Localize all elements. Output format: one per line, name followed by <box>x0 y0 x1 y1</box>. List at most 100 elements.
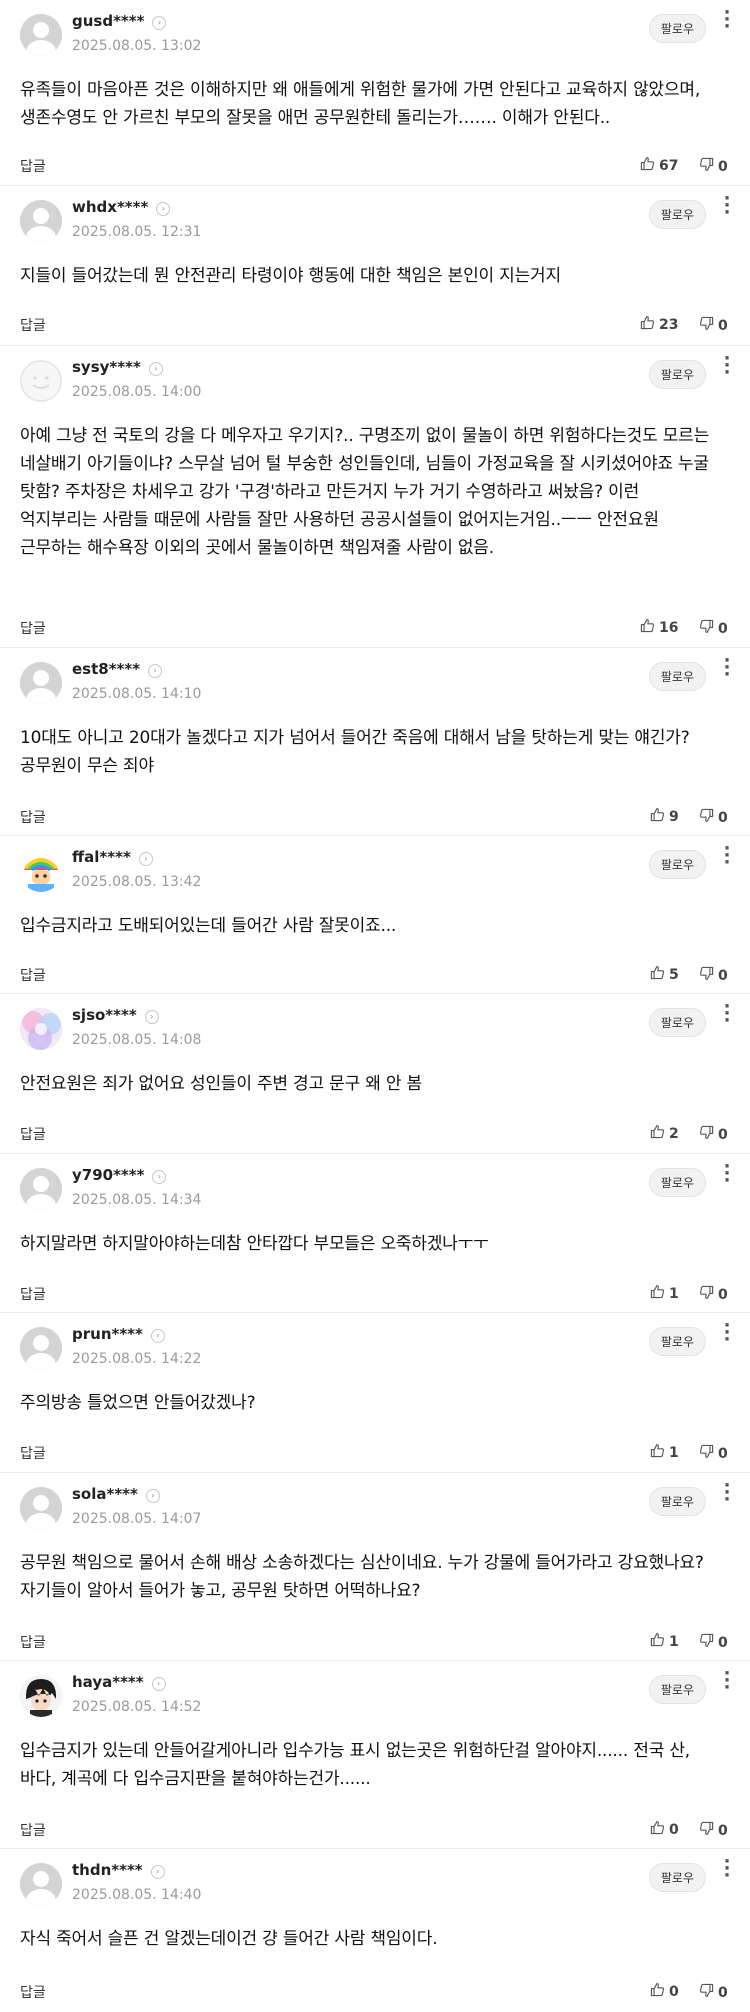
username[interactable]: est8**** › <box>72 660 163 678</box>
more-options-icon[interactable]: · · · <box>722 998 732 1030</box>
thumb-down-icon <box>699 619 718 638</box>
username[interactable]: sysy**** › <box>72 358 163 376</box>
like-button[interactable]: 9 <box>650 807 679 826</box>
comment: prun**** › 2025.08.05. 14:22 팔로우 · · · 주의방송 틀었으… <box>0 1313 750 1473</box>
profile-chevron-icon[interactable]: › <box>150 1865 165 1879</box>
dislike-count: 0 <box>718 967 728 984</box>
username[interactable]: gusd**** › <box>72 12 167 30</box>
dislike-button[interactable]: 0 <box>699 1125 728 1144</box>
dislike-button[interactable]: 0 <box>699 1444 728 1463</box>
reply-button[interactable]: 답글 <box>20 1443 46 1463</box>
profile-chevron-icon[interactable]: › <box>145 1489 160 1503</box>
username[interactable]: sola**** › <box>72 1485 160 1503</box>
follow-button[interactable]: 팔로우 <box>648 200 706 229</box>
avatar[interactable] <box>20 1863 62 1905</box>
dislike-button[interactable]: 0 <box>699 1821 728 1840</box>
follow-button[interactable]: 팔로우 <box>648 1863 706 1892</box>
follow-button[interactable]: 팔로우 <box>648 360 706 389</box>
avatar[interactable] <box>20 1487 62 1529</box>
more-options-icon[interactable]: · · · <box>722 1853 732 1885</box>
more-options-icon[interactable]: · · · <box>722 652 732 684</box>
reply-button[interactable]: 답글 <box>20 1982 46 2002</box>
follow-button[interactable]: 팔로우 <box>648 14 706 43</box>
avatar[interactable] <box>20 360 62 402</box>
avatar[interactable] <box>20 1008 62 1050</box>
follow-button[interactable]: 팔로우 <box>648 1168 706 1197</box>
dislike-button[interactable]: 0 <box>699 1633 728 1652</box>
profile-chevron-icon[interactable]: › <box>156 202 171 216</box>
follow-button[interactable]: 팔로우 <box>648 1675 706 1704</box>
reply-button[interactable]: 답글 <box>20 1820 46 1840</box>
dislike-button[interactable]: 0 <box>699 966 728 985</box>
reply-button[interactable]: 답글 <box>20 807 46 827</box>
dislike-button[interactable]: 0 <box>699 1983 728 2002</box>
profile-chevron-icon[interactable]: › <box>152 1170 167 1184</box>
profile-chevron-icon[interactable]: › <box>152 16 167 30</box>
username[interactable]: prun**** › <box>72 1325 165 1343</box>
reply-button[interactable]: 답글 <box>20 156 46 176</box>
reply-button[interactable]: 답글 <box>20 1124 46 1144</box>
reply-button[interactable]: 답글 <box>20 1284 46 1304</box>
avatar[interactable] <box>20 850 62 892</box>
username[interactable]: y790**** › <box>72 1166 167 1184</box>
more-options-icon[interactable]: · · · <box>722 840 732 872</box>
username[interactable]: haya**** › <box>72 1673 166 1691</box>
more-options-icon[interactable]: · · · <box>722 4 732 36</box>
profile-chevron-icon[interactable]: › <box>148 664 163 678</box>
username[interactable]: ffal**** › <box>72 848 153 866</box>
like-button[interactable]: 1 <box>650 1284 679 1303</box>
username[interactable]: whdx**** › <box>72 198 171 216</box>
username-text: sjso**** <box>72 1006 137 1024</box>
thumb-up-icon <box>640 618 659 637</box>
follow-button[interactable]: 팔로우 <box>648 850 706 879</box>
dislike-button[interactable]: 0 <box>699 808 728 827</box>
profile-chevron-icon[interactable]: › <box>138 852 153 866</box>
username-text: haya**** <box>72 1673 144 1691</box>
dislike-button[interactable]: 0 <box>699 619 728 638</box>
reply-button[interactable]: 답글 <box>20 315 46 335</box>
like-button[interactable]: 16 <box>640 618 678 637</box>
like-button[interactable]: 0 <box>650 1982 679 2001</box>
reply-button[interactable]: 답글 <box>20 965 46 985</box>
comment: gusd**** › 2025.08.05. 13:02 팔로우 · · · 유족들이 마음아… <box>0 0 750 186</box>
more-options-icon[interactable]: · · · <box>722 1477 732 1509</box>
like-button[interactable]: 1 <box>650 1632 679 1651</box>
follow-button[interactable]: 팔로우 <box>648 1008 706 1037</box>
more-options-icon[interactable]: · · · <box>722 1158 732 1190</box>
comment-date: 2025.08.05. 14:08 <box>72 1032 202 1048</box>
avatar[interactable] <box>20 662 62 704</box>
comment-date: 2025.08.05. 14:52 <box>72 1699 202 1715</box>
like-button[interactable]: 67 <box>640 156 678 175</box>
comment-text: 자식 죽어서 슬픈 건 알겠는데이건 걍 들어간 사람 책임이다. <box>20 1929 438 1949</box>
dislike-button[interactable]: 0 <box>699 157 728 176</box>
avatar[interactable] <box>20 14 62 56</box>
like-button[interactable]: 1 <box>650 1443 679 1462</box>
profile-chevron-icon[interactable]: › <box>150 1329 165 1343</box>
profile-chevron-icon[interactable]: › <box>148 362 163 376</box>
reply-button[interactable]: 답글 <box>20 618 46 638</box>
avatar[interactable] <box>20 1675 62 1717</box>
like-button[interactable]: 0 <box>650 1820 679 1839</box>
like-button[interactable]: 5 <box>650 965 679 984</box>
follow-button[interactable]: 팔로우 <box>648 1487 706 1516</box>
like-button[interactable]: 23 <box>640 315 678 334</box>
like-count: 67 <box>659 157 679 174</box>
like-button[interactable]: 2 <box>650 1124 679 1143</box>
dislike-button[interactable]: 0 <box>699 316 728 335</box>
avatar[interactable] <box>20 1327 62 1369</box>
more-options-icon[interactable]: · · · <box>722 350 732 382</box>
avatar[interactable] <box>20 1168 62 1210</box>
like-count: 0 <box>669 1821 679 1838</box>
username[interactable]: thdn**** › <box>72 1861 165 1879</box>
username[interactable]: sjso**** › <box>72 1006 159 1024</box>
more-options-icon[interactable]: · · · <box>722 1317 732 1349</box>
more-options-icon[interactable]: · · · <box>722 190 732 222</box>
follow-button[interactable]: 팔로우 <box>648 662 706 691</box>
avatar[interactable] <box>20 200 62 242</box>
profile-chevron-icon[interactable]: › <box>151 1677 166 1691</box>
dislike-button[interactable]: 0 <box>699 1285 728 1304</box>
more-options-icon[interactable]: · · · <box>722 1665 732 1697</box>
profile-chevron-icon[interactable]: › <box>144 1010 159 1024</box>
follow-button[interactable]: 팔로우 <box>648 1327 706 1356</box>
reply-button[interactable]: 답글 <box>20 1632 46 1652</box>
